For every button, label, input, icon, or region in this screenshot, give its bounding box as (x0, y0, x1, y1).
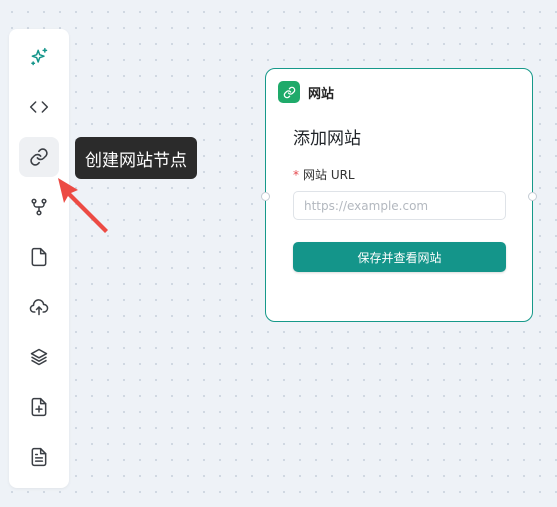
node-title: 网站 (308, 86, 335, 102)
layers-icon (30, 348, 48, 366)
file-icon (31, 247, 47, 267)
file-button[interactable] (19, 237, 59, 277)
sparkle-icon (31, 47, 48, 66)
website-node[interactable]: 网站 添加网站 * 网站 URL 保存并查看网站 (261, 68, 537, 322)
code-icon (29, 101, 49, 113)
link-icon (283, 86, 295, 98)
node-heading: 添加网站 (293, 129, 361, 149)
required-mark: * (293, 168, 299, 182)
sparkle-button[interactable] (19, 37, 59, 77)
cloud-upload-icon (29, 299, 49, 316)
save-and-view-website-button[interactable]: 保存并查看网站 (293, 242, 506, 272)
branch-icon (31, 198, 47, 216)
annotation-arrow (58, 178, 108, 233)
cloud-upload-button[interactable] (19, 287, 59, 327)
node-type-badge (278, 81, 300, 103)
node-input-handle[interactable] (261, 192, 270, 201)
node-toolbar (9, 29, 69, 488)
node-output-handle[interactable] (528, 192, 537, 201)
link-button[interactable] (19, 137, 59, 177)
layers-button[interactable] (19, 337, 59, 377)
website-url-input[interactable] (293, 191, 506, 220)
link-icon (30, 148, 48, 166)
url-label-text: 网站 URL (303, 168, 355, 182)
file-plus-icon (31, 397, 47, 417)
file-plus-button[interactable] (19, 387, 59, 427)
file-text-icon (31, 447, 47, 467)
url-field-label: * 网站 URL (293, 166, 355, 183)
node-header: 网站 (278, 81, 334, 103)
code-button[interactable] (19, 87, 59, 127)
file-text-button[interactable] (19, 437, 59, 477)
